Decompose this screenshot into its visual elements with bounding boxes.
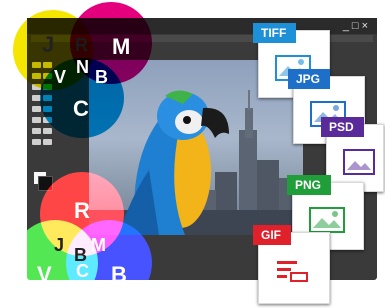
rgb-label-v: V — [37, 262, 52, 287]
rgb-label-j: J — [54, 235, 65, 255]
cmyk-label-c: C — [73, 96, 89, 121]
cmyk-label-n: N — [76, 57, 89, 77]
rgb-label-m: M — [91, 235, 106, 255]
tool-button[interactable] — [32, 106, 41, 112]
file-format-label: PSD — [321, 117, 364, 137]
file-format-label: PNG — [287, 175, 332, 195]
cmyk-label-j: J — [42, 32, 55, 57]
document-icon — [277, 261, 308, 282]
tool-button[interactable] — [32, 128, 41, 134]
file-format-label: TIFF — [253, 23, 297, 43]
cmyk-label-m: M — [112, 34, 131, 59]
rgb-label-b: B — [111, 262, 127, 287]
image-icon — [309, 207, 345, 233]
tool-button[interactable] — [43, 139, 52, 145]
tool-button[interactable] — [32, 117, 41, 123]
rgb-label-c: C — [76, 261, 89, 281]
cmyk-label-v: V — [54, 67, 67, 87]
tool-button[interactable] — [43, 128, 52, 134]
file-format-label: JPG — [288, 69, 331, 89]
file-format-label: GIF — [253, 225, 291, 245]
tool-button[interactable] — [32, 139, 41, 145]
cmyk-label-r: R — [75, 35, 88, 55]
cmyk-label-b: B — [95, 67, 108, 87]
window-controls[interactable]: _□× — [343, 18, 371, 34]
gif-file-card[interactable]: GIF — [253, 225, 330, 304]
rgb-label-r: R — [74, 198, 90, 223]
image-icon — [343, 149, 375, 175]
